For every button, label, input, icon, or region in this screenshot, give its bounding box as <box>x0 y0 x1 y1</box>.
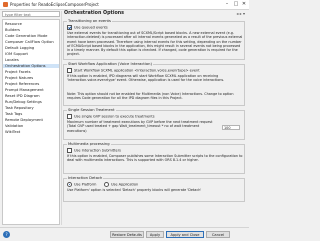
group-title: Single Session Treatment <box>67 108 116 112</box>
tree-item-project-natures[interactable]: Project Natures <box>5 76 33 80</box>
tree-item-code-generation-mode[interactable]: Code Generation Mode <box>5 34 47 38</box>
restore-defaults-button[interactable]: Restore Defaults <box>110 231 144 238</box>
checkbox-unchecked[interactable] <box>67 114 72 119</box>
workflow-note: Note: This option should not be enabled … <box>67 92 234 101</box>
minimize-button[interactable]: – <box>223 1 231 8</box>
group-multimedia: Multimedia processing Use Interaction Su… <box>63 142 245 174</box>
tree-item-composer-callflow-option[interactable]: Composer CallFlow Option <box>5 40 54 44</box>
tree-item-locales[interactable]: Locales <box>5 58 19 62</box>
page-title: Orchestration Options <box>64 11 125 16</box>
group-title: Transitioning on events <box>67 19 112 23</box>
checkbox-unchecked[interactable] <box>67 68 72 73</box>
group-single-session: Single Session Treatment Use single GVP … <box>63 108 245 140</box>
property-tree: Resource Builders Code Generation Mode C… <box>2 19 60 225</box>
tree-item-task-tags[interactable]: Task Tags <box>5 112 22 116</box>
menu-chevron-icon[interactable]: ▾ <box>243 11 245 16</box>
max-treatments-input[interactable]: 100 <box>222 125 240 130</box>
window-title: Properties for ReadoEclipseComposerProje… <box>10 2 99 7</box>
tree-item-task-repository[interactable]: Task Repository <box>5 106 34 110</box>
group-workflow: Start Workflow Application (Voice Intera… <box>63 62 245 106</box>
transitioning-description: Use external events for transitioning ou… <box>67 31 243 57</box>
use-queued-events-checkbox[interactable]: Use queued events <box>67 25 108 30</box>
tree-item-remote-deployment[interactable]: Remote Deployment <box>5 118 43 122</box>
tree-item-wikitext[interactable]: WikiText <box>5 130 20 134</box>
tree-item-default-logging[interactable]: Default Logging <box>5 46 34 50</box>
checkbox-unchecked[interactable] <box>67 148 72 153</box>
group-transitioning: Transitioning on events Use queued event… <box>63 19 245 60</box>
tree-item-iom-support[interactable]: IOM Support <box>5 52 28 56</box>
group-title: Interaction Detach <box>67 176 104 180</box>
radio-unselected[interactable] <box>104 182 109 187</box>
filter-input[interactable]: type filter text <box>2 11 60 17</box>
forward-arrow-icon[interactable]: ▸ <box>240 11 242 16</box>
single-session-checkbox[interactable]: Use single GVP session to execute treatm… <box>67 114 155 119</box>
interaction-submitters-checkbox[interactable]: Use Interaction Submitters <box>67 148 121 153</box>
start-workflow-checkbox[interactable]: Start Workflow SCXML application <intera… <box>67 68 200 73</box>
group-title: Start Workflow Application (Voice Intera… <box>67 62 153 66</box>
checkbox-checked[interactable] <box>67 25 72 30</box>
app-icon <box>3 2 8 7</box>
splitter[interactable] <box>61 11 62 225</box>
group-interaction-detach: Interaction Detach Use Platform Use Appl… <box>63 176 245 202</box>
maximize-button[interactable]: □ <box>232 1 240 8</box>
tree-item-run-debug-settings[interactable]: Run/Debug Settings <box>5 100 42 104</box>
help-button[interactable]: ? <box>3 231 10 238</box>
group-title: Multimedia processing <box>67 142 111 146</box>
close-button[interactable]: ✕ <box>240 1 248 8</box>
tree-item-prompt-management[interactable]: Prompt Management <box>5 88 44 92</box>
tree-item-orchestration-options[interactable]: Orchestration Options <box>3 64 59 68</box>
tree-item-validation[interactable]: Validation <box>5 124 23 128</box>
detach-description: Use Platform' option is selected 'Detach… <box>67 188 202 192</box>
apply-and-close-button[interactable]: Apply and Close <box>166 231 204 238</box>
use-application-radio[interactable]: Use Application <box>104 182 138 187</box>
tree-item-reset-ipd-diagram[interactable]: Reset IPD Diagram <box>5 94 40 98</box>
back-arrow-icon[interactable]: ◂ <box>236 11 238 16</box>
tree-item-project-references[interactable]: Project References <box>5 82 39 86</box>
window-titlebar: Properties for ReadoEclipseComposerProje… <box>0 0 249 10</box>
button-bar: ? Restore Defaults Apply Apply and Close… <box>0 227 249 241</box>
tree-item-project-facets[interactable]: Project Facets <box>5 70 31 74</box>
radio-selected[interactable] <box>67 182 72 187</box>
tree-item-builders[interactable]: Builders <box>5 28 20 32</box>
preference-content: Transitioning on events Use queued event… <box>63 18 246 225</box>
cancel-button[interactable]: Cancel <box>206 231 230 238</box>
workflow-description: If this option is enabled, IPD diagrams … <box>67 74 225 83</box>
use-platform-radio[interactable]: Use Platform <box>67 182 96 187</box>
single-session-description: Maximum number of treatment executions b… <box>67 120 213 133</box>
apply-button[interactable]: Apply <box>146 231 164 238</box>
tree-item-resource[interactable]: Resource <box>5 22 22 26</box>
nav-arrows[interactable]: ◂ ▸ ▾ <box>236 11 245 16</box>
multimedia-description: If this option is enabled, Composer publ… <box>67 154 243 163</box>
